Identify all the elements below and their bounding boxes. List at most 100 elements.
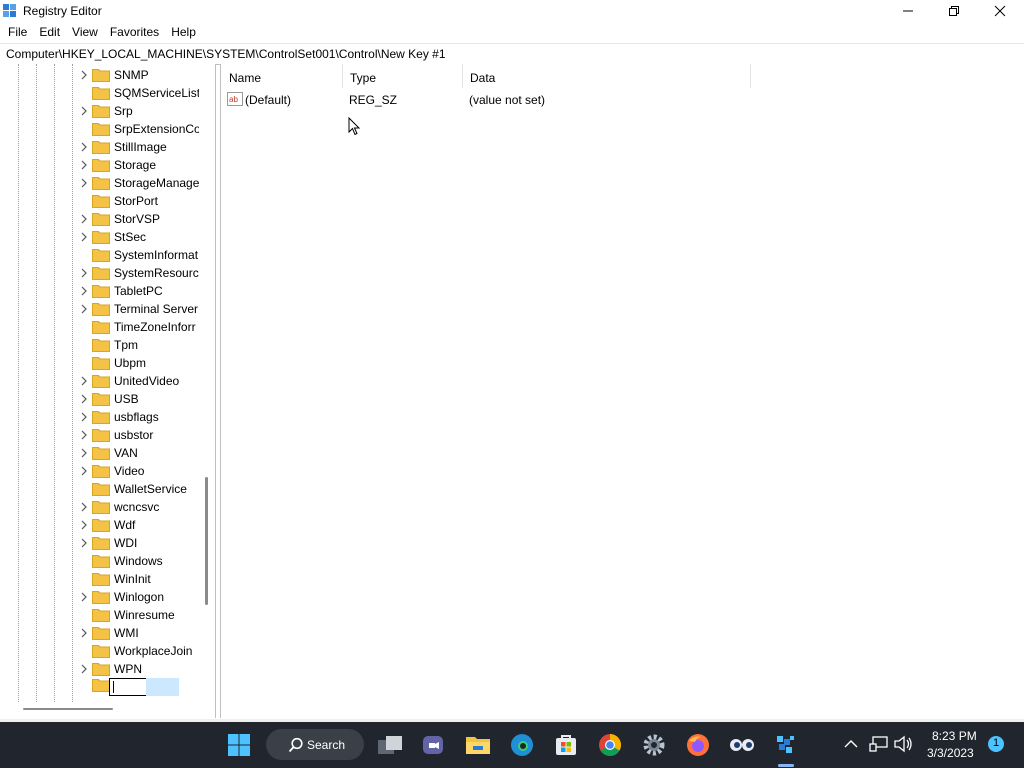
tree-item-label: WPN <box>114 662 142 676</box>
file-explorer-button[interactable] <box>464 731 492 759</box>
chevron-right-icon[interactable] <box>79 70 89 80</box>
chevron-right-icon[interactable] <box>79 142 89 152</box>
close-button[interactable] <box>977 0 1023 22</box>
tree-item[interactable]: WinInit <box>0 570 199 588</box>
chevron-up-icon[interactable] <box>844 738 858 750</box>
column-header-name[interactable]: Name <box>221 64 343 88</box>
tree-item[interactable]: WDI <box>0 534 199 552</box>
value-row[interactable]: ab (Default) REG_SZ (value not set) <box>221 90 751 110</box>
tree-item[interactable]: Winresume <box>0 606 199 624</box>
menu-view[interactable]: View <box>66 22 104 42</box>
tree-item[interactable]: usbflags <box>0 408 199 426</box>
tree-item[interactable]: WorkplaceJoin <box>0 642 199 660</box>
tree-item[interactable]: SystemInformat <box>0 246 199 264</box>
address-bar[interactable]: Computer\HKEY_LOCAL_MACHINE\SYSTEM\Contr… <box>0 43 1024 65</box>
start-button[interactable] <box>225 731 253 759</box>
store-button[interactable] <box>552 731 580 759</box>
tree-item[interactable]: StorVSP <box>0 210 199 228</box>
registry-editor-taskbar-button[interactable] <box>772 731 800 759</box>
menu-edit[interactable]: Edit <box>33 22 66 42</box>
tree-item[interactable]: Storage <box>0 156 199 174</box>
chrome-button[interactable] <box>596 731 624 759</box>
chevron-right-icon[interactable] <box>79 376 89 386</box>
tree-item[interactable]: SystemResource <box>0 264 199 282</box>
restore-button[interactable] <box>931 0 977 22</box>
tree-item[interactable]: Tpm <box>0 336 199 354</box>
chevron-right-icon[interactable] <box>79 448 89 458</box>
tree-item[interactable]: StorPort <box>0 192 199 210</box>
menu-favorites[interactable]: Favorites <box>104 22 165 42</box>
chevron-right-icon[interactable] <box>79 538 89 548</box>
chevron-right-icon[interactable] <box>79 628 89 638</box>
scrollbar-thumb[interactable] <box>205 477 208 605</box>
settings-button[interactable] <box>640 731 668 759</box>
notification-badge[interactable]: 1 <box>988 736 1004 752</box>
chevron-right-icon[interactable] <box>79 106 89 116</box>
volume-icon[interactable] <box>893 735 913 753</box>
chevron-right-icon[interactable] <box>79 502 89 512</box>
scrollbar-thumb[interactable] <box>23 708 113 710</box>
tree-item[interactable]: USB <box>0 390 199 408</box>
tree-item[interactable]: UnitedVideo <box>0 372 199 390</box>
column-header-data[interactable]: Data <box>462 64 751 88</box>
chevron-right-icon[interactable] <box>79 160 89 170</box>
firefox-button[interactable] <box>684 731 712 759</box>
edge-button[interactable] <box>508 731 536 759</box>
chevron-right-icon[interactable] <box>79 268 89 278</box>
close-icon <box>994 5 1006 17</box>
chevron-right-icon[interactable] <box>79 466 89 476</box>
chevron-right-icon[interactable] <box>79 232 89 242</box>
tree-item[interactable]: SQMServiceList <box>0 84 199 102</box>
tree-item[interactable]: wcncsvc <box>0 498 199 516</box>
tree-item[interactable]: WalletService <box>0 480 199 498</box>
task-view-button[interactable] <box>376 731 404 759</box>
folder-icon <box>92 429 110 442</box>
chevron-right-icon[interactable] <box>79 214 89 224</box>
tree-item[interactable]: Terminal Server <box>0 300 199 318</box>
tree-item[interactable]: Video <box>0 462 199 480</box>
app-button[interactable] <box>728 731 756 759</box>
menu-file[interactable]: File <box>0 22 33 42</box>
task-view-icon <box>378 736 402 754</box>
column-header-label: Name <box>229 71 262 85</box>
chevron-right-icon[interactable] <box>79 430 89 440</box>
minimize-button[interactable] <box>885 0 931 22</box>
tree-item[interactable]: Srp <box>0 102 199 120</box>
tree-vertical-scrollbar[interactable] <box>199 64 215 702</box>
clock-date[interactable]: 3/3/2023 <box>927 746 974 760</box>
chevron-right-icon[interactable] <box>79 286 89 296</box>
tree-item[interactable]: TabletPC <box>0 282 199 300</box>
folder-icon <box>92 177 110 190</box>
clock-time[interactable]: 8:23 PM <box>932 729 977 743</box>
menu-bar: File Edit View Favorites Help <box>0 22 1024 42</box>
tree-item[interactable]: usbstor <box>0 426 199 444</box>
tree-horizontal-scrollbar[interactable] <box>0 702 215 718</box>
chevron-right-icon[interactable] <box>79 304 89 314</box>
tree-item[interactable]: SNMP <box>0 66 199 84</box>
chevron-right-icon[interactable] <box>79 394 89 404</box>
tree-item[interactable]: WMI <box>0 624 199 642</box>
column-header-type[interactable]: Type <box>342 64 463 88</box>
chevron-right-icon[interactable] <box>79 520 89 530</box>
tree-item[interactable]: StillImage <box>0 138 199 156</box>
svg-text:ab: ab <box>229 95 238 104</box>
menu-help[interactable]: Help <box>165 22 202 42</box>
chevron-right-icon[interactable] <box>79 664 89 674</box>
tree-item-label: StillImage <box>114 140 167 154</box>
tree-item[interactable]: TimeZoneInforr <box>0 318 199 336</box>
tree-item[interactable]: VAN <box>0 444 199 462</box>
chevron-right-icon[interactable] <box>79 592 89 602</box>
teams-button[interactable] <box>420 731 448 759</box>
rename-key-input[interactable] <box>109 678 147 696</box>
tree-item[interactable]: Ubpm <box>0 354 199 372</box>
tree-item[interactable]: Winlogon <box>0 588 199 606</box>
tree-item[interactable]: Wdf <box>0 516 199 534</box>
chevron-right-icon[interactable] <box>79 412 89 422</box>
network-icon[interactable] <box>869 735 889 753</box>
tree-item[interactable]: StSec <box>0 228 199 246</box>
taskbar-search-button[interactable]: Search <box>266 729 364 760</box>
tree-item[interactable]: StorageManage <box>0 174 199 192</box>
tree-item[interactable]: SrpExtensionCo <box>0 120 199 138</box>
tree-item[interactable]: Windows <box>0 552 199 570</box>
chevron-right-icon[interactable] <box>79 178 89 188</box>
